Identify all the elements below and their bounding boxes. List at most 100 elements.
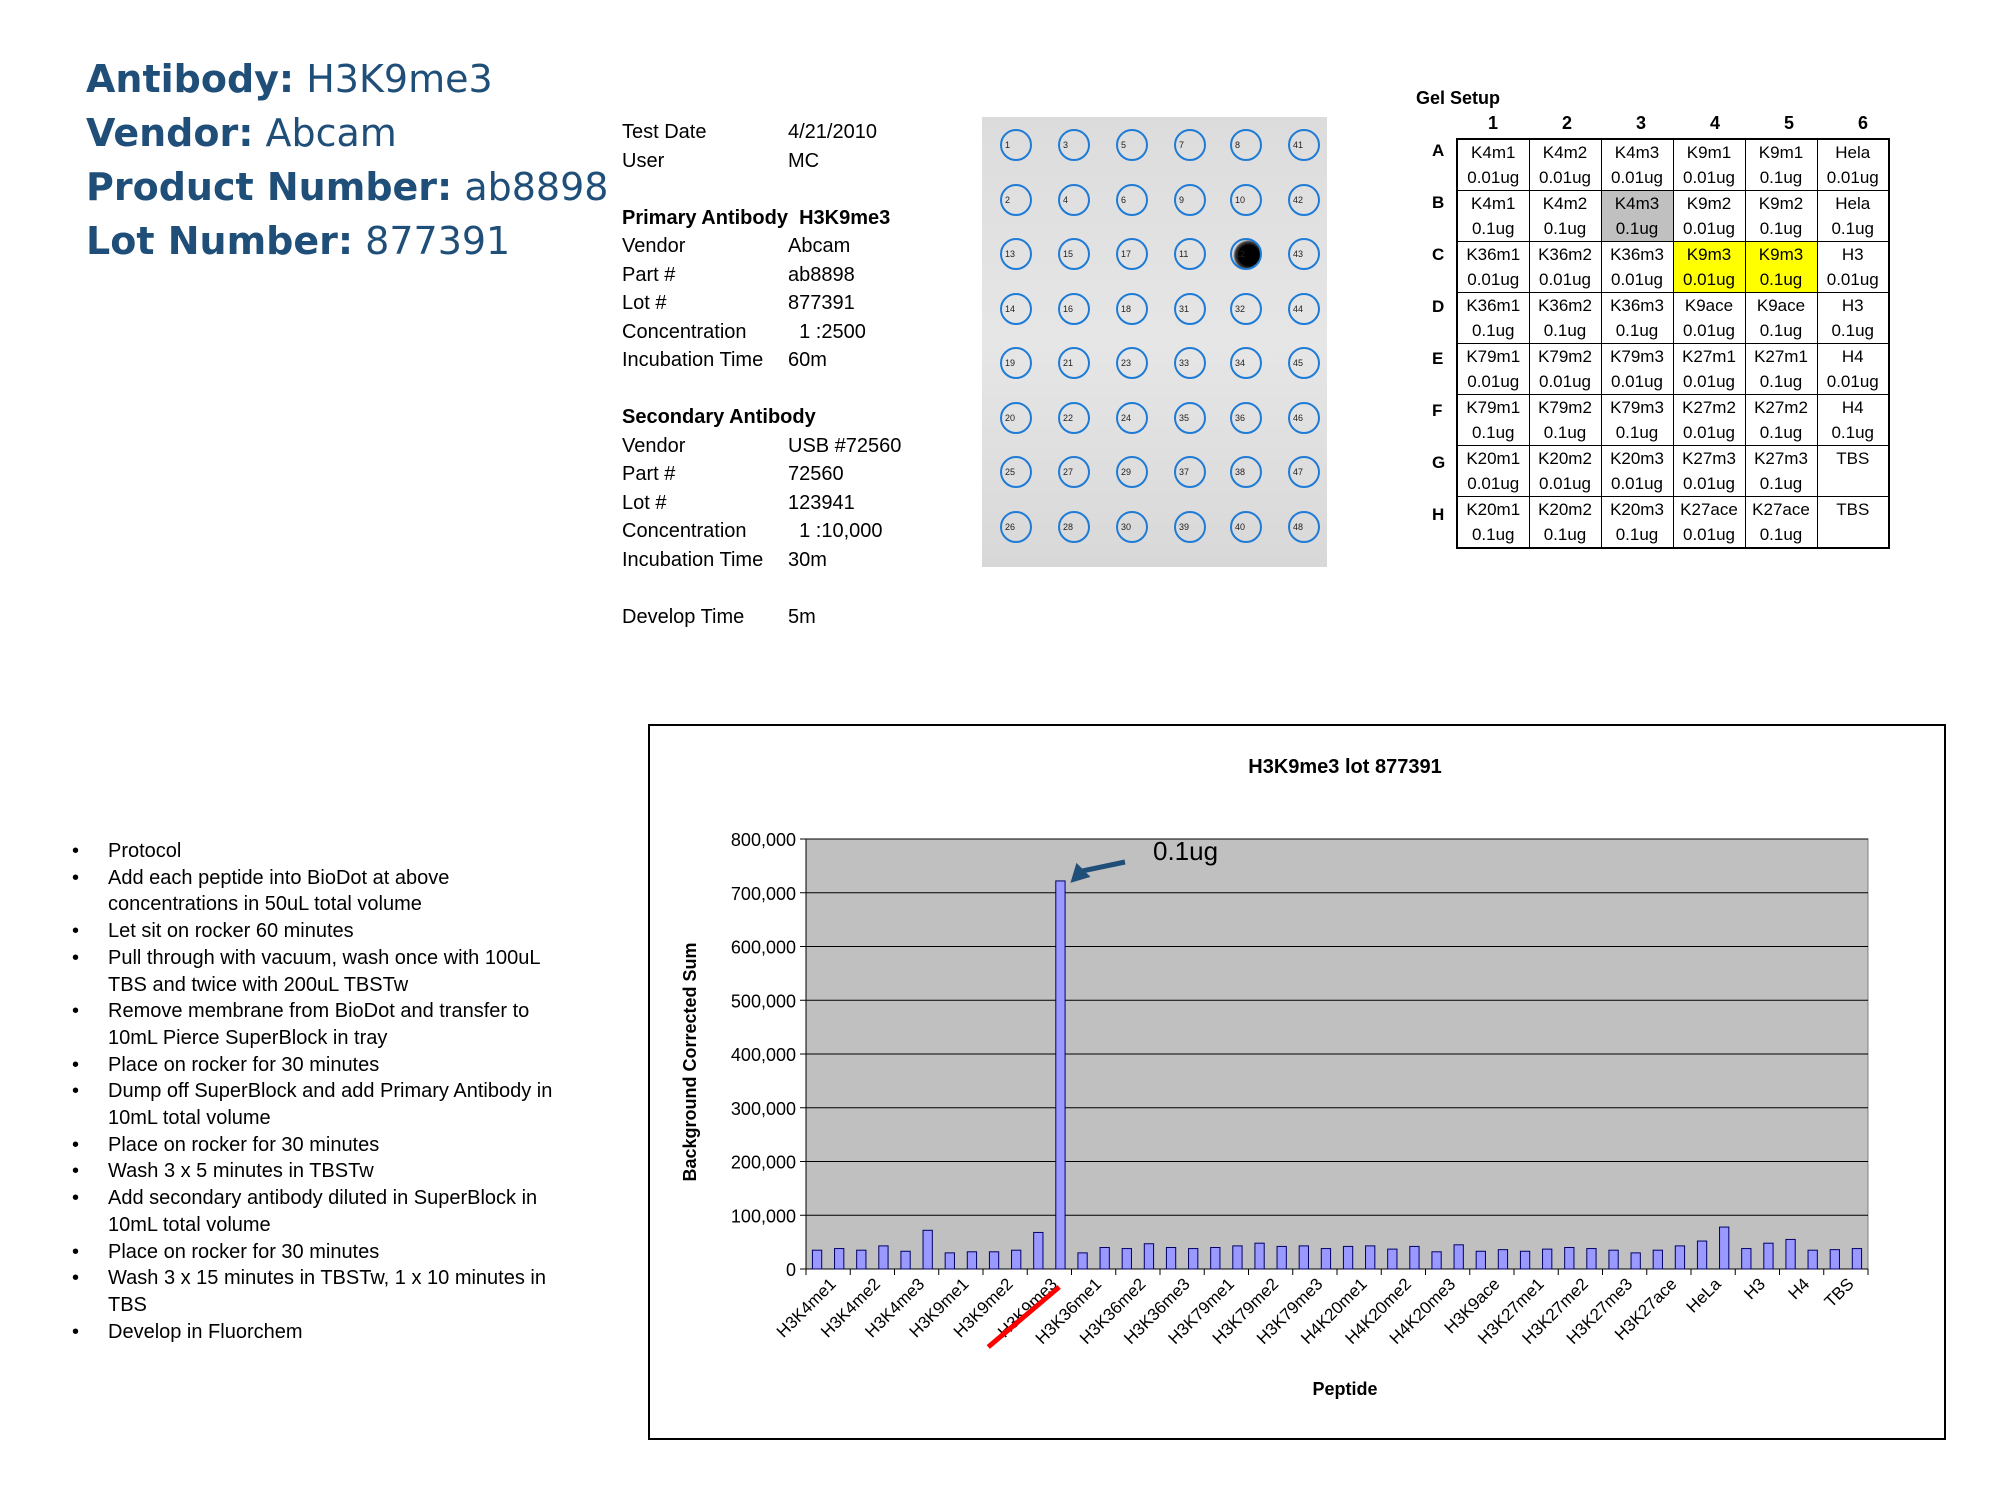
bar — [1365, 1245, 1376, 1270]
antibody-value: H3K9me3 — [306, 57, 493, 101]
gel-row-header: G — [1432, 453, 1446, 472]
membrane-spot: 1 — [1000, 129, 1032, 161]
bar — [1741, 1248, 1752, 1270]
membrane-spot: 8 — [1230, 129, 1262, 161]
protocol-step: Let sit on rocker 60 minutes — [70, 918, 570, 945]
membrane-spot: 2 — [1000, 183, 1032, 216]
info-row: Develop Time 5m — [622, 603, 901, 632]
protocol-step: Place on rocker for 30 minutes — [70, 1239, 570, 1266]
membrane-spot: 42 — [1288, 183, 1320, 216]
membrane-spot: 33 — [1174, 347, 1206, 379]
gel-cell: K36m3 0.01ug — [1600, 241, 1674, 293]
gel-column-header: 2 — [1561, 113, 1572, 133]
membrane-spot: 15 — [1058, 238, 1090, 270]
x-tick-label: TBS — [1821, 1274, 1858, 1311]
membrane-spot: 28 — [1058, 510, 1090, 543]
y-axis-title: Background Corrected Sum — [680, 942, 700, 1181]
bar — [1276, 1245, 1287, 1270]
info-label: Vendor — [622, 434, 686, 457]
gel-cell: K27ace 0.1ug — [1744, 496, 1818, 549]
bar — [1453, 1244, 1464, 1270]
info-row: Incubation Time 60m — [622, 346, 901, 375]
gel-row-headers: A B C D E F G H — [1432, 138, 1445, 554]
info-row: User MC — [622, 147, 901, 176]
info-value: 4/21/2010 — [788, 121, 877, 143]
gel-setup-table: K4m1 0.01ug K4m2 0.01ug K4m3 0.01ug K9m1 0.01ug… — [1456, 138, 1890, 549]
gel-cell: K20m1 0.01ug — [1456, 445, 1530, 497]
protocol-step: Place on rocker for 30 minutes — [70, 1052, 570, 1079]
info-row: Concentration 1 :2500 — [622, 318, 901, 347]
gel-cell: K9m3 0.1ug — [1744, 241, 1818, 293]
membrane-spot: 9 — [1174, 183, 1206, 216]
info-label: Incubation Time — [622, 349, 764, 371]
bar — [1099, 1247, 1110, 1270]
lot-label: Lot Number: — [86, 219, 354, 263]
info-label: Test Date — [622, 121, 707, 143]
gel-cell: K20m3 0.1ug — [1600, 496, 1674, 549]
bar — [944, 1252, 955, 1270]
y-tick-label: 600,000 — [731, 938, 796, 958]
membrane-spot: 17 — [1116, 238, 1148, 270]
bar — [1630, 1252, 1641, 1270]
gel-cell: Hela 0.1ug — [1816, 190, 1890, 242]
info-label: Concentration — [622, 320, 747, 343]
gel-column-header: 6 — [1857, 113, 1868, 133]
gel-column-header: 5 — [1783, 113, 1794, 133]
gel-cell: H3 0.1ug — [1816, 292, 1890, 344]
gel-column-header: 4 — [1709, 113, 1720, 133]
bar — [1674, 1245, 1686, 1270]
info-label: Concentration — [622, 520, 747, 542]
gel-cell: K4m2 0.1ug — [1528, 190, 1602, 242]
vendor-label: Vendor: — [86, 111, 254, 155]
gel-cell: K79m2 0.1ug — [1528, 394, 1602, 446]
bar — [834, 1248, 845, 1270]
info-label: Incubation Time — [622, 548, 764, 571]
bar — [1121, 1248, 1132, 1270]
membrane-spot: 13 — [1000, 238, 1032, 270]
x-tick-label: H3 — [1740, 1274, 1769, 1303]
lot-value: 877391 — [365, 219, 511, 263]
membrane-spot: 29 — [1116, 456, 1148, 488]
protocol-step: Pull through with vacuum, wash once with… — [70, 945, 570, 998]
bar — [1763, 1242, 1774, 1270]
membrane-spot: 32 — [1230, 292, 1262, 325]
gel-cell: K20m2 0.01ug — [1528, 445, 1602, 497]
gel-cell: K36m1 0.1ug — [1456, 292, 1530, 344]
bar — [1188, 1248, 1199, 1270]
gel-cell: TBS — [1816, 445, 1890, 497]
bar — [1011, 1249, 1022, 1270]
membrane-spot: 25 — [1000, 456, 1032, 488]
gel-cell: K36m2 0.01ug — [1528, 241, 1602, 293]
gel-cell: K27m3 0.1ug — [1744, 445, 1818, 497]
secondary-heading: Secondary Antibody — [622, 406, 816, 428]
info-row: Part # ab8898 — [622, 261, 901, 290]
gel-cell: K27m1 0.1ug — [1744, 343, 1818, 395]
bar — [1431, 1251, 1442, 1270]
membrane-spot: 11 — [1174, 238, 1206, 270]
dot-blot-membrane: 1 3 5 7 8 41 2 4 6 9 10 42 13 15 17 11 12 43 14 16 18 31 32 44 1… — [982, 117, 1327, 567]
info-value: 30m — [788, 548, 827, 571]
info-value: 1 :2500 — [788, 320, 866, 343]
gel-cell: K9m2 0.1ug — [1744, 190, 1818, 242]
gel-cell: K20m2 0.1ug — [1528, 496, 1602, 549]
bar — [878, 1245, 889, 1270]
gel-cell: K9ace 0.01ug — [1672, 292, 1746, 344]
x-tick-label: H4 — [1784, 1274, 1813, 1303]
membrane-spot: 26 — [1000, 510, 1032, 543]
membrane-spot: 43 — [1288, 238, 1320, 270]
gel-row: K20m1 0.1ug K20m2 0.1ug K20m3 0.1ug K27ace 0.01… — [1456, 496, 1890, 549]
membrane-spot: 4 — [1058, 183, 1090, 216]
y-tick-label: 400,000 — [731, 1045, 796, 1065]
gel-cell: K27m2 0.01ug — [1672, 394, 1746, 446]
gel-row: K79m1 0.1ug K79m2 0.1ug K79m3 0.1ug K27m2 0.01u… — [1456, 394, 1890, 446]
gel-row-header: E — [1432, 349, 1444, 368]
info-label: Lot # — [622, 491, 667, 514]
info-row: Vendor USB #72560 — [622, 432, 901, 461]
x-tick-label: HeLa — [1683, 1274, 1726, 1317]
membrane-spot: 39 — [1174, 510, 1206, 543]
y-tick-label: 500,000 — [731, 991, 796, 1011]
gel-row-header: A — [1432, 141, 1445, 160]
product-label: Product Number: — [86, 165, 453, 209]
protocol-step: Add each peptide into BioDot at above co… — [70, 865, 570, 918]
gel-cell: K9m2 0.01ug — [1672, 190, 1746, 242]
